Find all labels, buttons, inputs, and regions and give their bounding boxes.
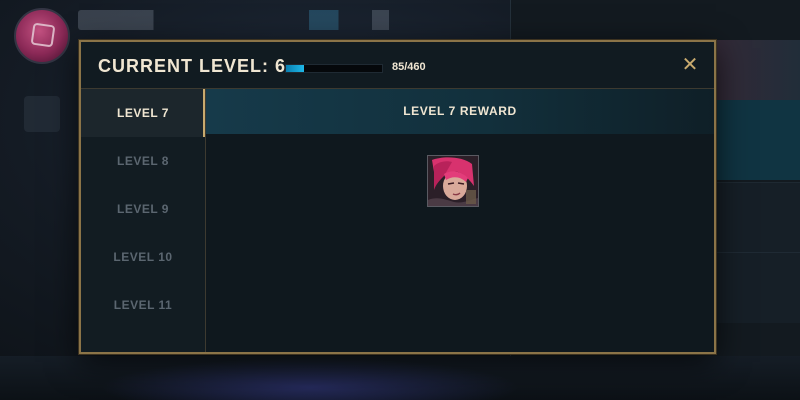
reward-header: LEVEL 7 REWARD [206,89,714,134]
side-nav-icon [24,96,60,132]
top-bar-blurred [78,10,498,30]
level-tab-list: LEVEL 7 LEVEL 8 LEVEL 9 LEVEL 10 LEVEL 1… [81,89,206,352]
champion-portrait-icon[interactable] [427,155,479,207]
current-level-title: CURRENT LEVEL: 6 [98,56,287,76]
level-rewards-modal: CURRENT LEVEL: 6 85/460 ✕ LEVEL 7 LEVEL … [79,40,716,354]
xp-progress-fill [286,65,304,72]
profile-avatar [14,8,70,64]
level-tab-8[interactable]: LEVEL 8 [81,137,205,185]
xp-progress-bar [285,64,383,73]
close-icon[interactable]: ✕ [680,54,700,74]
reward-content: LEVEL 7 REWARD [206,89,714,352]
modal-header: CURRENT LEVEL: 6 85/460 ✕ [81,42,714,89]
level-tab-11[interactable]: LEVEL 11 [81,281,205,329]
level-tab-7[interactable]: LEVEL 7 [81,89,205,137]
level-tab-9[interactable]: LEVEL 9 [81,185,205,233]
xp-progress-label: 85/460 [392,61,426,73]
level-tab-10[interactable]: LEVEL 10 [81,233,205,281]
bottom-nav-glow [100,358,520,400]
